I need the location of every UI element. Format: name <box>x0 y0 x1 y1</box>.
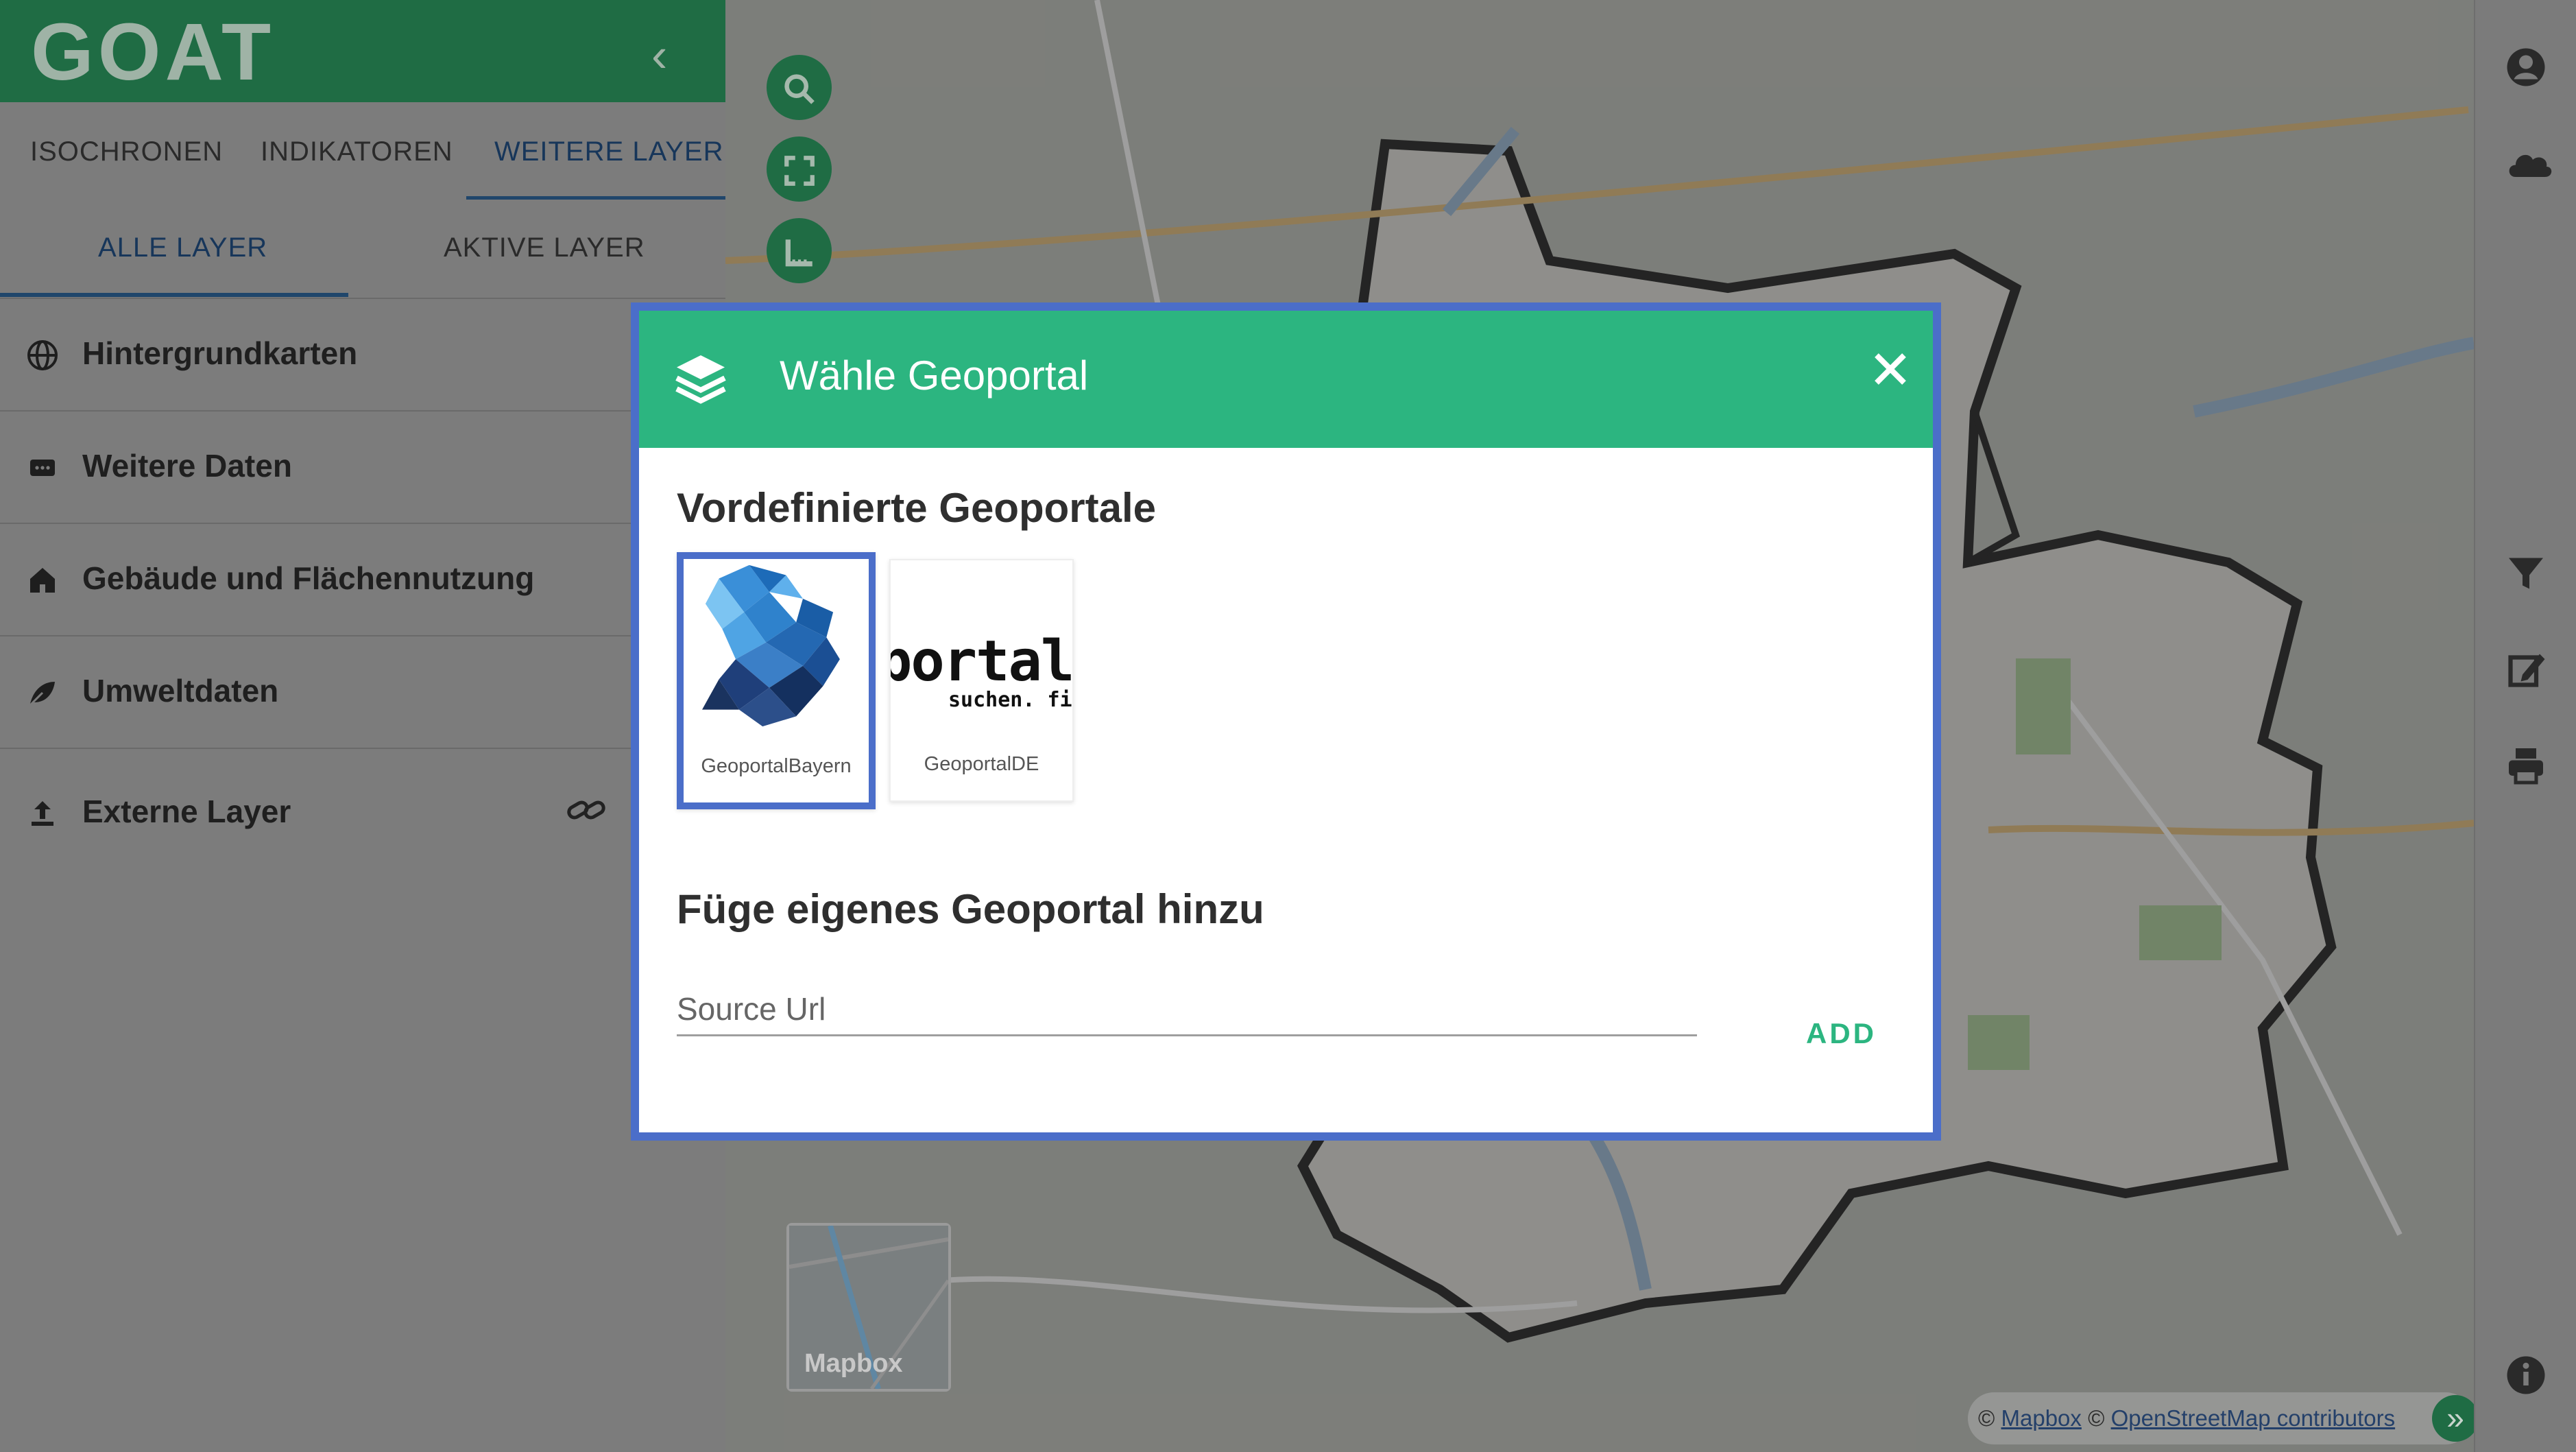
geoportalbayern-logo <box>702 564 840 727</box>
copyright-symbol: © <box>2088 1405 2105 1431</box>
geoportal-dialog: Wähle Geoportal Vordefinierte Geoportale… <box>631 302 1941 1141</box>
map-attribution: © Mapbox © OpenStreetMap contributors » <box>1968 1392 2479 1444</box>
portal-name: GeoportalDE <box>924 753 1039 775</box>
close-icon[interactable] <box>1870 344 1911 398</box>
geoportalde-logo: portal. suchen. find <box>891 629 1072 711</box>
layer-group-gebaeude[interactable]: Gebäude und Flächennutzung <box>0 524 725 636</box>
cloud-icon[interactable] <box>2505 143 2552 184</box>
source-url-input[interactable] <box>677 986 1697 1032</box>
layer-group-label: Gebäude und Flächennutzung <box>82 560 535 596</box>
house-icon <box>26 564 59 597</box>
link-icon[interactable] <box>566 792 607 836</box>
filter-icon[interactable] <box>2505 553 2547 594</box>
measure-icon <box>782 230 817 270</box>
tab-isochronen[interactable]: ISOCHRONEN <box>30 136 223 167</box>
osm-link[interactable]: OpenStreetMap contributors <box>2111 1405 2396 1431</box>
app-logo: GOAT <box>31 7 276 97</box>
edit-icon[interactable] <box>2505 649 2547 690</box>
attribution-expand-button[interactable]: » <box>2432 1395 2479 1442</box>
portal-card-geoportalde[interactable]: portal. suchen. find GeoportalDE <box>889 559 1074 802</box>
geoportalde-logo-subtext: suchen. find <box>948 688 1072 711</box>
source-url-field <box>677 986 1697 1036</box>
logo-bar: GOAT ‹ <box>0 0 725 102</box>
tab-indikatoren[interactable]: INDIKATOREN <box>261 136 453 167</box>
info-icon[interactable] <box>2505 1355 2547 1396</box>
copyright-symbol: © <box>1978 1405 1995 1431</box>
account-icon[interactable] <box>2505 47 2547 88</box>
search-icon <box>782 67 817 107</box>
right-toolbar <box>2474 0 2576 1452</box>
geoportalde-logo-text: portal. <box>891 629 1072 694</box>
layer-group-label: Hintergrundkarten <box>82 335 358 371</box>
layer-group-label: Weitere Daten <box>82 448 292 484</box>
dialog-title: Wähle Geoportal <box>780 353 1089 398</box>
layer-group-umweltdaten[interactable]: Umweltdaten <box>0 636 725 749</box>
dialog-header: Wähle Geoportal <box>639 311 1933 448</box>
custom-heading: Füge eigenes Geoportal hinzu <box>677 886 1264 932</box>
basemap-switcher[interactable]: Mapbox <box>786 1223 951 1392</box>
upload-icon <box>26 797 59 830</box>
portal-name: GeoportalBayern <box>701 755 852 777</box>
layer-group-externe-layer[interactable]: Externe Layer <box>0 749 725 869</box>
fullscreen-icon <box>782 149 817 189</box>
layer-group-weitere-daten[interactable]: Weitere Daten <box>0 412 725 524</box>
layer-group-label: Umweltdaten <box>82 673 279 709</box>
subtab-aktive-layer[interactable]: AKTIVE LAYER <box>444 233 645 263</box>
main-tabs: ISOCHRONEN INDIKATOREN WEITERE LAYER <box>0 102 725 200</box>
tab-weitere-layer[interactable]: WEITERE LAYER <box>494 136 724 167</box>
basemap-label: Mapbox <box>804 1349 903 1378</box>
active-subtab-indicator <box>0 293 348 297</box>
add-button[interactable]: ADD <box>1806 1017 1877 1050</box>
fullscreen-button[interactable] <box>767 136 832 202</box>
globe-icon <box>26 339 59 372</box>
dataset-icon <box>26 451 59 484</box>
portal-card-geoportalbayern[interactable]: GeoportalBayern <box>677 552 876 809</box>
layer-group-hintergrundkarten[interactable]: Hintergrundkarten <box>0 299 725 412</box>
leaf-icon <box>26 676 59 709</box>
mapbox-link[interactable]: Mapbox <box>2001 1405 2082 1431</box>
print-icon[interactable] <box>2505 745 2547 786</box>
search-button[interactable] <box>767 55 832 120</box>
sub-tabs: ALLE LAYER AKTIVE LAYER <box>0 198 725 299</box>
sidebar: GOAT ‹ ISOCHRONEN INDIKATOREN WEITERE LA… <box>0 0 725 1452</box>
measure-button[interactable] <box>767 218 832 283</box>
layer-group-label: Externe Layer <box>82 794 291 829</box>
chevron-left-icon[interactable]: ‹ <box>651 27 667 82</box>
subtab-alle-layer[interactable]: ALLE LAYER <box>98 233 267 263</box>
predefined-heading: Vordefinierte Geoportale <box>677 485 1157 531</box>
layers-icon <box>672 350 730 408</box>
